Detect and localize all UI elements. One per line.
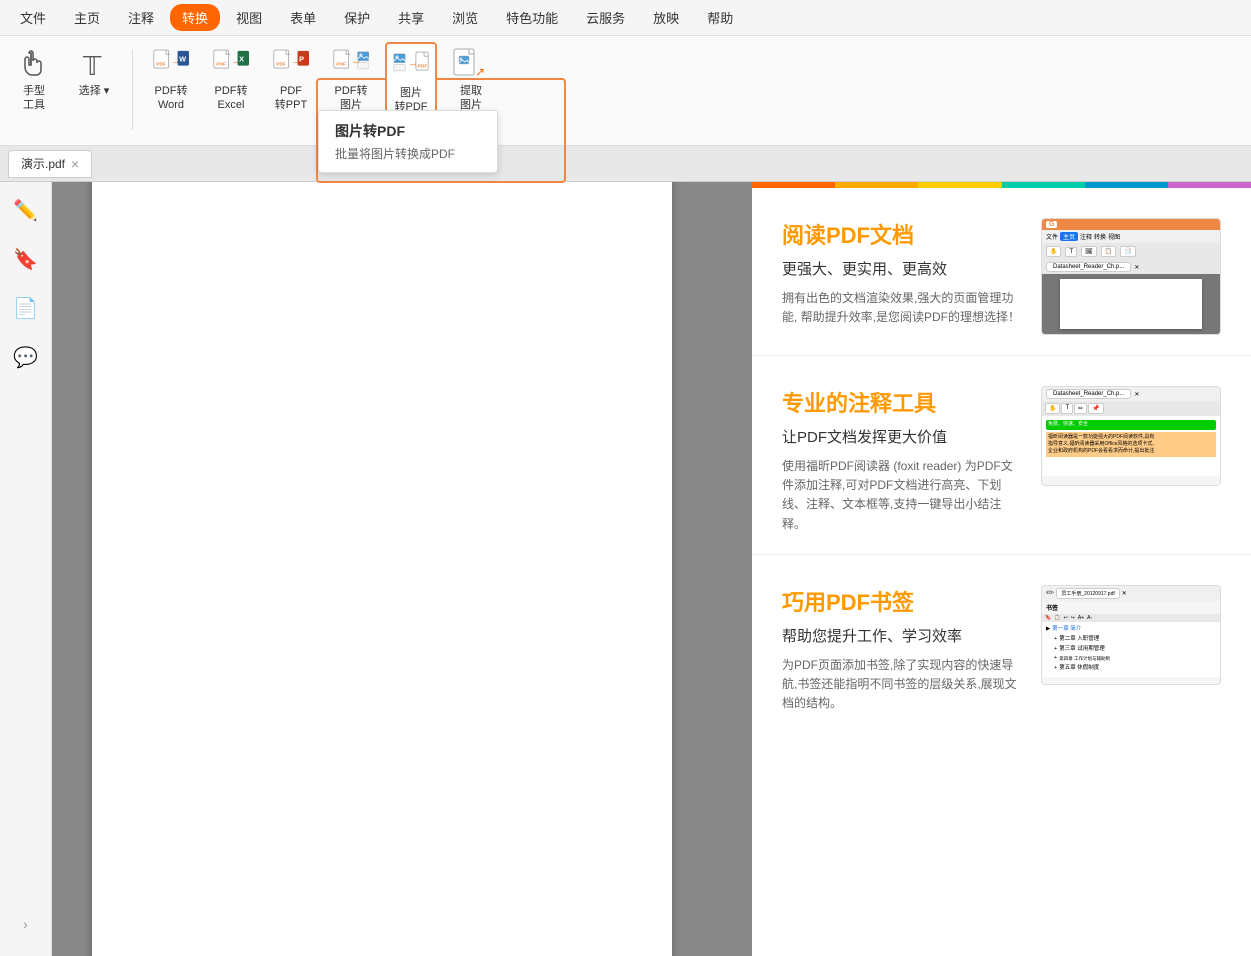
pdf-to-ppt-button[interactable]: PDF → P PDF转PPT: [265, 42, 317, 117]
menu-share[interactable]: 共享: [386, 4, 436, 31]
separator-1: [132, 50, 133, 130]
menu-file[interactable]: 文件: [8, 4, 58, 31]
menu-help[interactable]: 帮助: [695, 4, 745, 31]
svg-text:𝕋: 𝕋: [82, 51, 102, 79]
feature-read-pdf: 阅读PDF文档 更强大、更实用、更高效 拥有出色的文档渲染效果,强大的页面管理功…: [752, 188, 1251, 356]
feature-bookmark-text: 巧用PDF书签 帮助您提升工作、学习效率 为PDF页面添加书签,除了实现内容的快…: [782, 585, 1021, 714]
extract-icon: ↗: [453, 46, 489, 82]
menu-present[interactable]: 放映: [641, 4, 691, 31]
menu-convert[interactable]: 转换: [170, 4, 220, 31]
image-pdf-icon: → PDF: [393, 48, 429, 84]
pdf-to-image-label: PDF转图片: [335, 84, 368, 113]
feature-bookmark-screenshot: ✏ 员工手册_20120917.pdf ✕ 书签 🔖📋↩↪A+A- ▶ 第一章 …: [1041, 585, 1221, 685]
tooltip-title: 图片转PDF: [335, 121, 481, 141]
feature-read-subtitle: 更强大、更实用、更高效: [782, 258, 1021, 279]
pdf-image-icon: PDF →: [333, 46, 369, 82]
feature-annotate-title: 专业的注释工具: [782, 386, 1021, 418]
svg-text:PDF: PDF: [216, 62, 226, 68]
svg-text:P: P: [299, 55, 304, 64]
pdf-to-word-label: PDF转Word: [155, 84, 188, 113]
svg-text:↗: ↗: [475, 65, 485, 79]
color-bar-teal: [1002, 182, 1085, 188]
pdf-to-excel-button[interactable]: PDF → X PDF转Excel: [205, 42, 257, 117]
svg-text:PDF: PDF: [156, 62, 166, 68]
image-to-pdf-button[interactable]: → PDF 图片转PDF: [385, 42, 437, 121]
color-bar-purple: [1168, 182, 1251, 188]
tab-bar: 演示.pdf ×: [0, 146, 1251, 182]
sidebar-pages-icon[interactable]: 📄: [7, 290, 44, 327]
menu-home[interactable]: 主页: [62, 4, 112, 31]
pdf-word-icon: PDF → W: [153, 46, 189, 82]
feature-annotate-text: 专业的注释工具 让PDF文档发挥更大价值 使用福昕PDF阅读器 (foxit r…: [782, 386, 1021, 534]
feature-bookmark-desc: 为PDF页面添加书签,除了实现内容的快速导航,书签还能指明不同书签的层级关系,展…: [782, 656, 1021, 714]
hand-icon: [16, 46, 52, 82]
sidebar-edit-icon[interactable]: ✏️: [7, 192, 44, 229]
pdf-page-area: [52, 182, 712, 956]
pdf-to-image-button[interactable]: PDF → PDF转图片: [325, 42, 377, 117]
color-bar-blue: [1085, 182, 1168, 188]
sidebar-bookmark-icon[interactable]: 🔖: [7, 241, 44, 278]
feature-annotate-subtitle: 让PDF文档发挥更大价值: [782, 426, 1021, 447]
right-panel: 阅读PDF文档 更强大、更实用、更高效 拥有出色的文档渲染效果,强大的页面管理功…: [752, 182, 1251, 956]
tooltip: 图片转PDF 批量将图片转换成PDF: [318, 110, 498, 173]
svg-text:PDF: PDF: [276, 62, 286, 68]
left-sidebar: ✏️ 🔖 📄 💬 ›: [0, 182, 52, 956]
menu-bar: 文件 主页 注释 转换 视图 表单 保护 共享 浏览 特色功能 云服务 放映 帮…: [0, 0, 1251, 36]
pdf-excel-icon: PDF → X: [213, 46, 249, 82]
svg-text:PDF: PDF: [336, 62, 346, 68]
select-tool-label: 选择 ▾: [79, 84, 110, 98]
tab-filename: 演示.pdf: [21, 155, 65, 172]
toolbar: 手型工具 𝕋 选择 ▾ PDF → W PDF转Word: [0, 36, 1251, 146]
svg-text:X: X: [239, 55, 244, 64]
svg-text:W: W: [179, 55, 186, 64]
menu-annotate[interactable]: 注释: [116, 4, 166, 31]
menu-cloud[interactable]: 云服务: [574, 4, 637, 31]
hand-tool-button[interactable]: 手型工具: [8, 42, 60, 117]
main-area: 阅读PDF文档 更强大、更实用、更高效 拥有出色的文档渲染效果,强大的页面管理功…: [52, 182, 1251, 956]
color-bar-yellow: [918, 182, 1001, 188]
sidebar-collapse-arrow[interactable]: ›: [19, 912, 32, 936]
feature-bookmark-pdf: 巧用PDF书签 帮助您提升工作、学习效率 为PDF页面添加书签,除了实现内容的快…: [752, 555, 1251, 734]
menu-form[interactable]: 表单: [278, 4, 328, 31]
tooltip-desc: 批量将图片转换成PDF: [335, 145, 481, 162]
select-tool-button[interactable]: 𝕋 选择 ▾: [68, 42, 120, 102]
menu-browse[interactable]: 浏览: [440, 4, 490, 31]
color-bar-amber: [835, 182, 918, 188]
svg-text:PDF: PDF: [418, 64, 428, 70]
feature-bookmark-subtitle: 帮助您提升工作、学习效率: [782, 625, 1021, 646]
pdf-to-ppt-label: PDF转PPT: [275, 84, 307, 113]
extract-image-label: 提取图片: [460, 84, 482, 113]
extract-image-button[interactable]: ↗ 提取图片: [445, 42, 497, 117]
tab-close-button[interactable]: ×: [71, 156, 79, 172]
menu-protect[interactable]: 保护: [332, 4, 382, 31]
feature-bookmark-title: 巧用PDF书签: [782, 585, 1021, 617]
pdf-ppt-icon: PDF → P: [273, 46, 309, 82]
hand-tool-label: 手型工具: [23, 84, 45, 113]
feature-read-screenshot: G 文件 主页 注释 转换 视图 ✋ T 🖼 📋 📑 Datash: [1041, 218, 1221, 335]
feature-read-title: 阅读PDF文档: [782, 218, 1021, 250]
pdf-page: [92, 182, 672, 956]
pdf-to-excel-label: PDF转Excel: [215, 84, 248, 113]
pdf-tab[interactable]: 演示.pdf ×: [8, 150, 92, 178]
color-bar: [752, 182, 1251, 188]
feature-read-text: 阅读PDF文档 更强大、更实用、更高效 拥有出色的文档渲染效果,强大的页面管理功…: [782, 218, 1021, 327]
menu-view[interactable]: 视图: [224, 4, 274, 31]
feature-annotate-screenshot: Datasheet_Reader_Ch.p... ✕ ✋ T ✏ 📌 免费、快速…: [1041, 386, 1221, 486]
feature-read-desc: 拥有出色的文档渲染效果,强大的页面管理功能, 帮助提升效率,是您阅读PDF的理想…: [782, 289, 1021, 327]
feature-annotate-desc: 使用福昕PDF阅读器 (foxit reader) 为PDF文件添加注释,可对P…: [782, 457, 1021, 534]
menu-features[interactable]: 特色功能: [494, 4, 570, 31]
color-bar-orange: [752, 182, 835, 188]
feature-annotate-pdf: 专业的注释工具 让PDF文档发挥更大价值 使用福昕PDF阅读器 (foxit r…: [752, 356, 1251, 555]
cursor-icon: 𝕋: [76, 46, 112, 82]
sidebar-comment-icon[interactable]: 💬: [7, 339, 44, 376]
pdf-to-word-button[interactable]: PDF → W PDF转Word: [145, 42, 197, 117]
